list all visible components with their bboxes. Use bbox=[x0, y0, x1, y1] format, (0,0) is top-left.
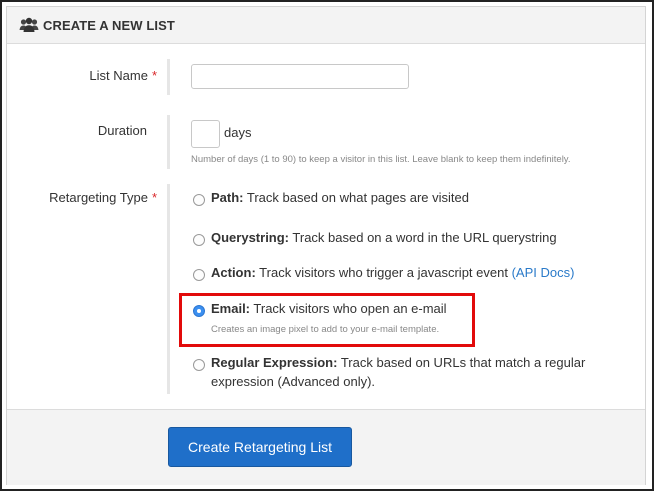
retargeting-type-label: Retargeting Type * bbox=[7, 190, 157, 205]
required-mark: * bbox=[151, 68, 157, 83]
option-path[interactable]: Path: Track based on what pages are visi… bbox=[211, 188, 469, 207]
radio-path[interactable] bbox=[193, 194, 205, 206]
field-separator bbox=[167, 59, 170, 95]
option-path-title: Path: bbox=[211, 190, 244, 205]
option-querystring-desc: Track based on a word in the URL queryst… bbox=[292, 230, 557, 245]
option-regex[interactable]: Regular Expression: Track based on URLs … bbox=[211, 353, 585, 391]
option-regex-desc-line2: expression (Advanced only). bbox=[211, 374, 376, 389]
option-email-desc: Track visitors who open an e-mail bbox=[253, 301, 447, 316]
option-email-title: Email: bbox=[211, 301, 251, 316]
radio-action[interactable] bbox=[193, 269, 205, 281]
option-action-title: Action: bbox=[211, 265, 256, 280]
duration-label: Duration bbox=[7, 123, 147, 138]
screenshot-frame: CREATE A NEW LIST List Name * Duration da… bbox=[0, 0, 654, 491]
option-path-desc: Track based on what pages are visited bbox=[246, 190, 469, 205]
option-action[interactable]: Action: Track visitors who trigger a jav… bbox=[211, 263, 574, 282]
option-regex-desc: Track based on URLs that match a regular bbox=[340, 355, 586, 370]
panel-header: CREATE A NEW LIST bbox=[7, 7, 645, 44]
option-querystring[interactable]: Querystring: Track based on a word in th… bbox=[211, 228, 557, 247]
radio-querystring[interactable] bbox=[193, 234, 205, 246]
radio-email[interactable] bbox=[193, 305, 205, 317]
create-retargeting-list-button[interactable]: Create Retargeting List bbox=[168, 427, 352, 467]
api-docs-link[interactable]: (API Docs) bbox=[512, 265, 575, 280]
duration-help: Number of days (1 to 90) to keep a visit… bbox=[191, 154, 571, 165]
panel-title: CREATE A NEW LIST bbox=[43, 18, 175, 33]
required-mark: * bbox=[151, 190, 157, 205]
list-name-label-text: List Name bbox=[89, 68, 148, 83]
create-list-panel: CREATE A NEW LIST List Name * Duration da… bbox=[6, 6, 646, 485]
users-icon bbox=[19, 17, 39, 32]
email-help: Creates an image pixel to add to your e-… bbox=[211, 324, 440, 335]
option-email[interactable]: Email: Track visitors who open an e-mail bbox=[211, 299, 447, 318]
option-action-desc: Track visitors who trigger a javascript … bbox=[259, 265, 508, 280]
option-querystring-title: Querystring: bbox=[211, 230, 290, 245]
duration-label-text: Duration bbox=[97, 123, 147, 138]
duration-input[interactable] bbox=[191, 120, 220, 148]
retargeting-type-label-text: Retargeting Type bbox=[49, 190, 148, 205]
field-separator bbox=[167, 184, 170, 394]
duration-unit: days bbox=[224, 125, 252, 140]
list-name-label: List Name * bbox=[7, 68, 157, 83]
option-regex-title: Regular Expression: bbox=[211, 355, 338, 370]
radio-regex[interactable] bbox=[193, 359, 205, 371]
field-separator bbox=[167, 115, 170, 169]
list-name-input[interactable] bbox=[191, 64, 409, 89]
